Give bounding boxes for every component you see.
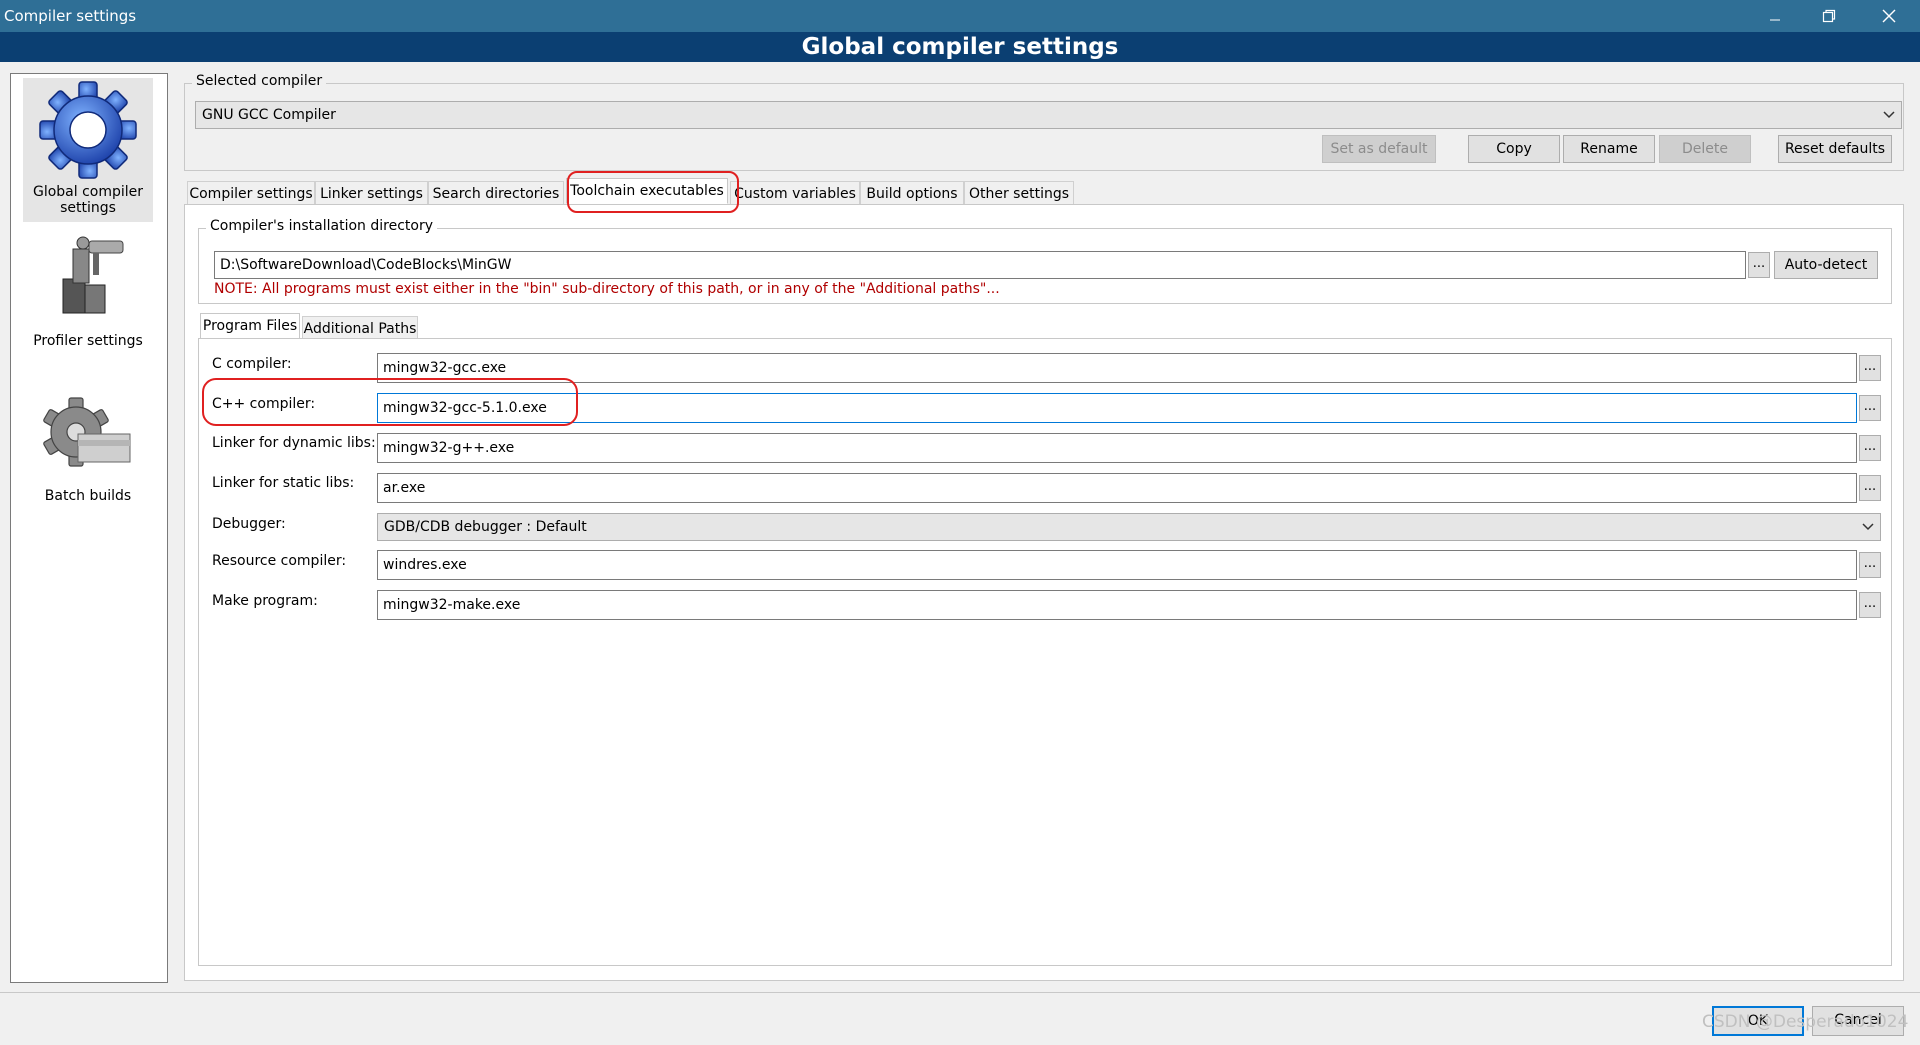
linker-static-field[interactable]: ar.exe (377, 473, 1857, 503)
compiler-select-value: GNU GCC Compiler (202, 107, 336, 123)
subtab-additional-paths[interactable]: Additional Paths (302, 316, 418, 340)
linker-static-browse-button[interactable]: ... (1859, 475, 1881, 501)
title-bar: Compiler settings (0, 0, 1920, 32)
compiler-select[interactable]: GNU GCC Compiler (195, 101, 1902, 129)
linker-dynamic-browse-button[interactable]: ... (1859, 435, 1881, 461)
install-dir-note: NOTE: All programs must exist either in … (214, 281, 1000, 297)
subtab-program-files[interactable]: Program Files (200, 313, 300, 339)
cpp-compiler-browse-button[interactable]: ... (1859, 395, 1881, 421)
install-dir-field[interactable]: D:\SoftwareDownload\CodeBlocks\MinGW (214, 251, 1746, 279)
close-icon (1882, 9, 1896, 23)
tab-linker-settings[interactable]: Linker settings (315, 181, 428, 205)
linker-dynamic-field[interactable]: mingw32-g++.exe (377, 433, 1857, 463)
install-dir-browse-button[interactable]: ... (1748, 252, 1770, 278)
make-program-label: Make program: (212, 593, 318, 609)
tab-custom-variables[interactable]: Custom variables (730, 181, 860, 205)
restore-button[interactable] (1800, 0, 1858, 32)
tab-other-settings[interactable]: Other settings (964, 181, 1074, 205)
annotation-circle-toolchain-tab (567, 171, 739, 213)
rename-button[interactable]: Rename (1563, 135, 1655, 163)
cpp-compiler-field[interactable]: mingw32-gcc-5.1.0.exe (377, 393, 1857, 423)
resource-compiler-field[interactable]: windres.exe (377, 550, 1857, 580)
resource-compiler-browse-button[interactable]: ... (1859, 552, 1881, 578)
minimize-button[interactable] (1746, 0, 1804, 32)
resource-compiler-label: Resource compiler: (212, 553, 347, 569)
auto-detect-button[interactable]: Auto-detect (1774, 251, 1878, 279)
footer-divider (0, 992, 1920, 993)
chevron-down-icon (1883, 102, 1895, 137)
debugger-select[interactable]: GDB/CDB debugger : Default (377, 513, 1881, 541)
tab-build-options[interactable]: Build options (860, 181, 964, 205)
c-compiler-field[interactable]: mingw32-gcc.exe (377, 353, 1857, 383)
chevron-down-icon (1862, 514, 1874, 549)
linker-static-label: Linker for static libs: (212, 475, 355, 491)
category-profiler[interactable]: Profiler settings (23, 229, 153, 369)
linker-dynamic-label: Linker for dynamic libs: (212, 435, 376, 451)
window-title: Compiler settings (4, 7, 137, 25)
copy-button[interactable]: Copy (1468, 135, 1560, 163)
debugger-select-value: GDB/CDB debugger : Default (384, 519, 587, 535)
tab-search-directories[interactable]: Search directories (428, 181, 564, 205)
install-dir-label: Compiler's installation directory (206, 218, 437, 234)
delete-button[interactable]: Delete (1659, 135, 1751, 163)
debugger-label: Debugger: (212, 516, 286, 532)
make-program-field[interactable]: mingw32-make.exe (377, 590, 1857, 620)
category-batch-builds[interactable]: Batch builds (23, 394, 153, 534)
minimize-icon (1770, 19, 1780, 21)
batch-builds-icon (43, 397, 131, 467)
tab-compiler-settings[interactable]: Compiler settings (187, 181, 315, 205)
main-panel: Selected compiler GNU GCC Compiler Set a… (182, 73, 1910, 981)
make-program-browse-button[interactable]: ... (1859, 592, 1881, 618)
c-compiler-label: C compiler: (212, 356, 292, 372)
c-compiler-browse-button[interactable]: ... (1859, 355, 1881, 381)
category-global-compiler[interactable]: Global compiler settings (23, 78, 153, 222)
annotation-circle-cpp-compiler (202, 378, 578, 426)
watermark: CSDN @Desperado1024 (1702, 1012, 1909, 1032)
gear-icon (39, 81, 137, 179)
page-header: Global compiler settings (0, 32, 1920, 62)
category-label: Batch builds (44, 488, 132, 504)
profiler-icon (62, 236, 124, 314)
category-label: Global compiler settings (32, 184, 144, 216)
settings-category-list: Global compiler settings Profiler settin… (10, 73, 168, 983)
close-button[interactable] (1860, 0, 1918, 32)
reset-defaults-button[interactable]: Reset defaults (1778, 135, 1892, 163)
restore-icon (1822, 9, 1836, 23)
set-as-default-button[interactable]: Set as default (1322, 135, 1436, 163)
selected-compiler-label: Selected compiler (192, 73, 327, 89)
category-label: Profiler settings (33, 333, 143, 349)
